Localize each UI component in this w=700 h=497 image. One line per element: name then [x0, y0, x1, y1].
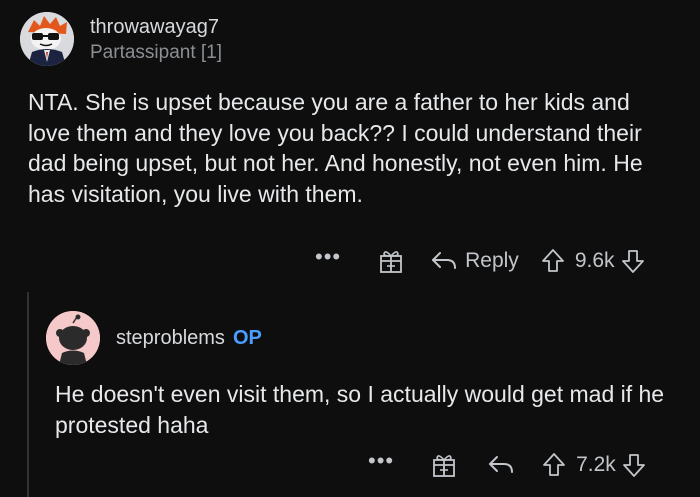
comment-body: NTA. She is upset because you are a fath… — [28, 89, 643, 207]
comment-thread: throwawayag7 Partassipant [1] NTA. She i… — [0, 0, 700, 497]
reply-arrow-icon — [432, 252, 457, 269]
downvote-icon[interactable] — [622, 452, 646, 478]
snoo-avatar-icon — [20, 12, 74, 66]
reply-button[interactable]: Reply — [431, 249, 519, 273]
downvote-icon[interactable] — [621, 248, 645, 274]
upvote-icon[interactable] — [542, 452, 566, 478]
more-options-button[interactable]: ••• — [315, 246, 341, 268]
username[interactable]: throwawayag7 — [90, 15, 222, 39]
avatar[interactable] — [20, 12, 74, 66]
avatar[interactable] — [46, 311, 100, 365]
op-badge: OP — [232, 326, 262, 349]
upvote-icon[interactable] — [541, 248, 565, 274]
comment-body: He doesn't even visit them, so I actuall… — [55, 381, 665, 438]
vote-count: 7.2k — [576, 453, 616, 476]
thread-line[interactable] — [27, 292, 29, 497]
reply-header: steproblems OP — [46, 311, 262, 365]
comment-header: throwawayag7 Partassipant [1] — [20, 12, 222, 66]
gift-icon[interactable] — [432, 452, 456, 478]
reply-button[interactable] — [488, 454, 514, 476]
gift-icon[interactable] — [379, 248, 403, 274]
comment-meta: throwawayag7 Partassipant [1] — [90, 15, 222, 65]
user-flair: Partassipant [1] — [90, 42, 223, 63]
vote-count: 9.6k — [574, 249, 615, 272]
more-options-button[interactable]: ••• — [368, 450, 394, 472]
username[interactable]: steproblems — [116, 327, 225, 350]
comment-actions: ••• 7.2k — [368, 448, 646, 482]
reply-label: Reply — [465, 249, 519, 272]
comment-actions: ••• Reply 9.6k — [315, 244, 645, 278]
reply-arrow-icon — [489, 456, 514, 473]
default-snoo-avatar-icon — [46, 311, 100, 365]
